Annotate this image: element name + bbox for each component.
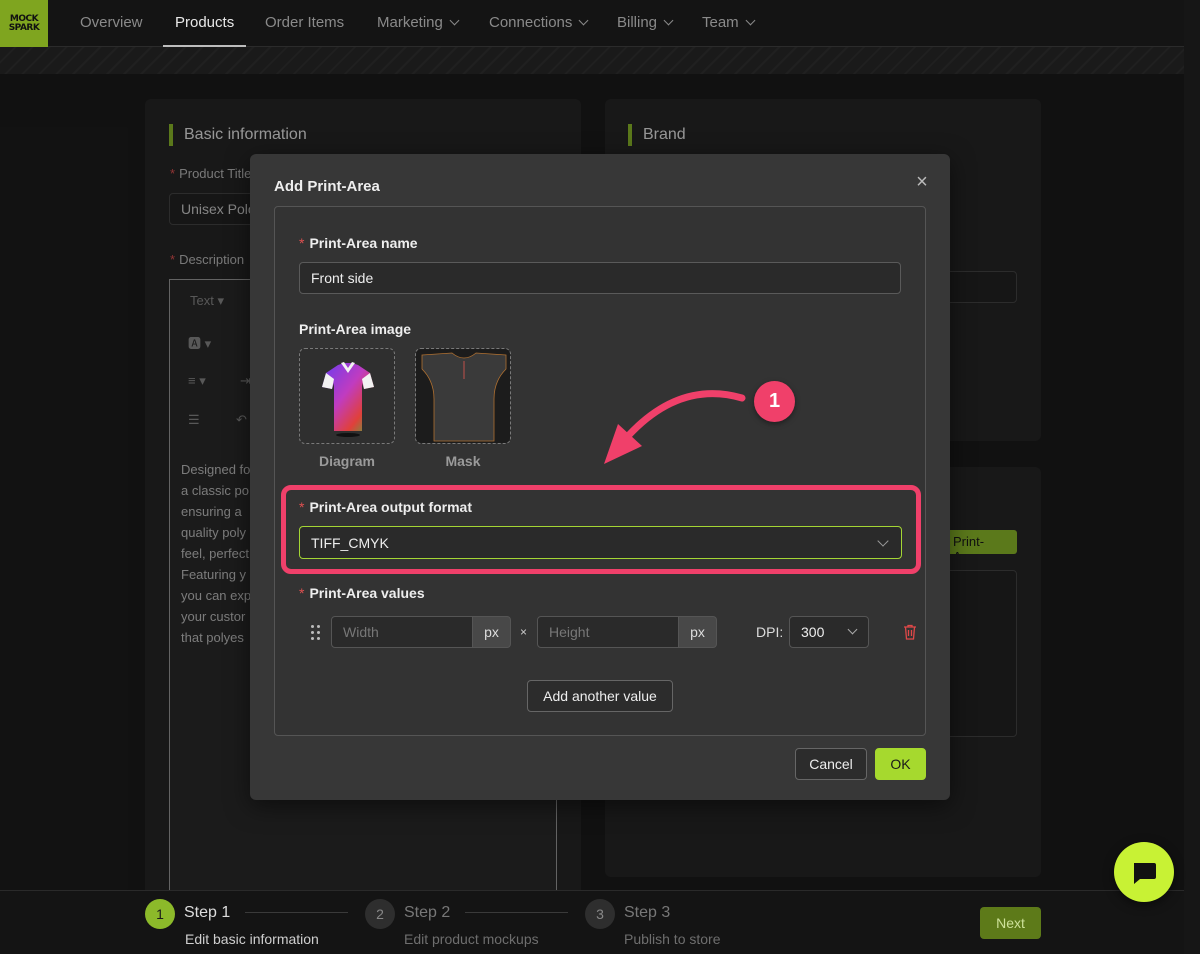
nav-billing-label: Billing [617,14,658,31]
step-2-description: Edit product mockups [404,931,539,947]
step-footer: 1 Step 1 Edit basic information 2 Step 2… [0,890,1184,954]
chevron-down-icon [663,15,674,26]
nav-products[interactable]: Products [175,14,234,31]
chevron-down-icon [847,624,858,635]
dpi-label: DPI: [756,624,784,640]
step-2-number[interactable]: 2 [365,899,395,929]
step-3-description: Publish to store [624,931,721,947]
diagram-caption: Diagram [318,453,376,469]
print-area-name-label-text: Print-Area name [309,235,418,251]
modal-title: Add Print-Area [274,178,380,195]
circuit-pattern-banner [0,47,1184,74]
polo-shirt-image [322,362,374,437]
nav-overview[interactable]: Overview [80,14,143,31]
diagram-image-upload[interactable] [299,348,395,444]
chat-bubble-icon [1134,863,1156,884]
step-connector [465,912,568,913]
annotation-step-badge: 1 [754,381,795,422]
step-connector [245,912,348,913]
step-1-description: Edit basic information [185,931,319,947]
width-input[interactable]: Width [331,616,473,648]
close-icon[interactable]: × [914,172,930,192]
ok-button[interactable]: OK [875,748,926,780]
nav-team[interactable]: Team [702,14,756,31]
width-unit: px [473,616,511,648]
chevron-down-icon [745,15,756,26]
nav-marketing-label: Marketing [377,14,443,31]
chevron-down-icon [449,15,460,26]
times-symbol: × [520,625,528,639]
print-area-name-label: * Print-Area name [299,235,418,251]
nav-order-items[interactable]: Order Items [265,14,344,31]
cancel-button[interactable]: Cancel [795,748,867,780]
step-1-title[interactable]: Step 1 [184,904,230,922]
print-area-image-label: Print-Area image [299,321,412,337]
output-format-highlight [281,485,921,574]
top-navigation: MOCK SPARK Overview Products Order Items… [0,0,1184,47]
print-area-values-label-text: Print-Area values [309,585,425,601]
step-3-title[interactable]: Step 3 [624,904,670,922]
step-3-number[interactable]: 3 [585,899,615,929]
trash-icon[interactable] [903,624,917,640]
mask-caption: Mask [445,453,481,469]
height-input[interactable]: Height [537,616,679,648]
mask-image [416,349,510,443]
add-print-area-modal: Add Print-Area × * Print-Area name Front … [250,154,950,800]
mask-image-upload[interactable] [415,348,511,444]
dpi-value: 300 [801,624,825,640]
nav-marketing[interactable]: Marketing [377,14,460,31]
chevron-down-icon [578,15,589,26]
drag-handle-icon[interactable] [311,625,321,641]
height-unit: px [679,616,717,648]
dpi-select[interactable]: 300 [789,616,869,648]
brand-logo[interactable]: MOCK SPARK [0,0,48,47]
nav-billing[interactable]: Billing [617,14,674,31]
nav-team-label: Team [702,14,739,31]
print-area-values-label: * Print-Area values [299,585,425,601]
nav-connections-label: Connections [489,14,573,31]
page-scrollbar[interactable] [1184,0,1200,954]
next-button[interactable]: Next [980,907,1041,939]
step-1-number[interactable]: 1 [145,899,175,929]
chat-button[interactable] [1114,842,1174,902]
annotation-arrow-icon [604,390,746,464]
print-area-name-input[interactable]: Front side [299,262,901,294]
nav-connections[interactable]: Connections [489,14,589,31]
step-2-title[interactable]: Step 2 [404,904,450,922]
logo-text: MOCK SPARK [8,13,40,33]
add-another-value-button[interactable]: Add another value [527,680,673,712]
